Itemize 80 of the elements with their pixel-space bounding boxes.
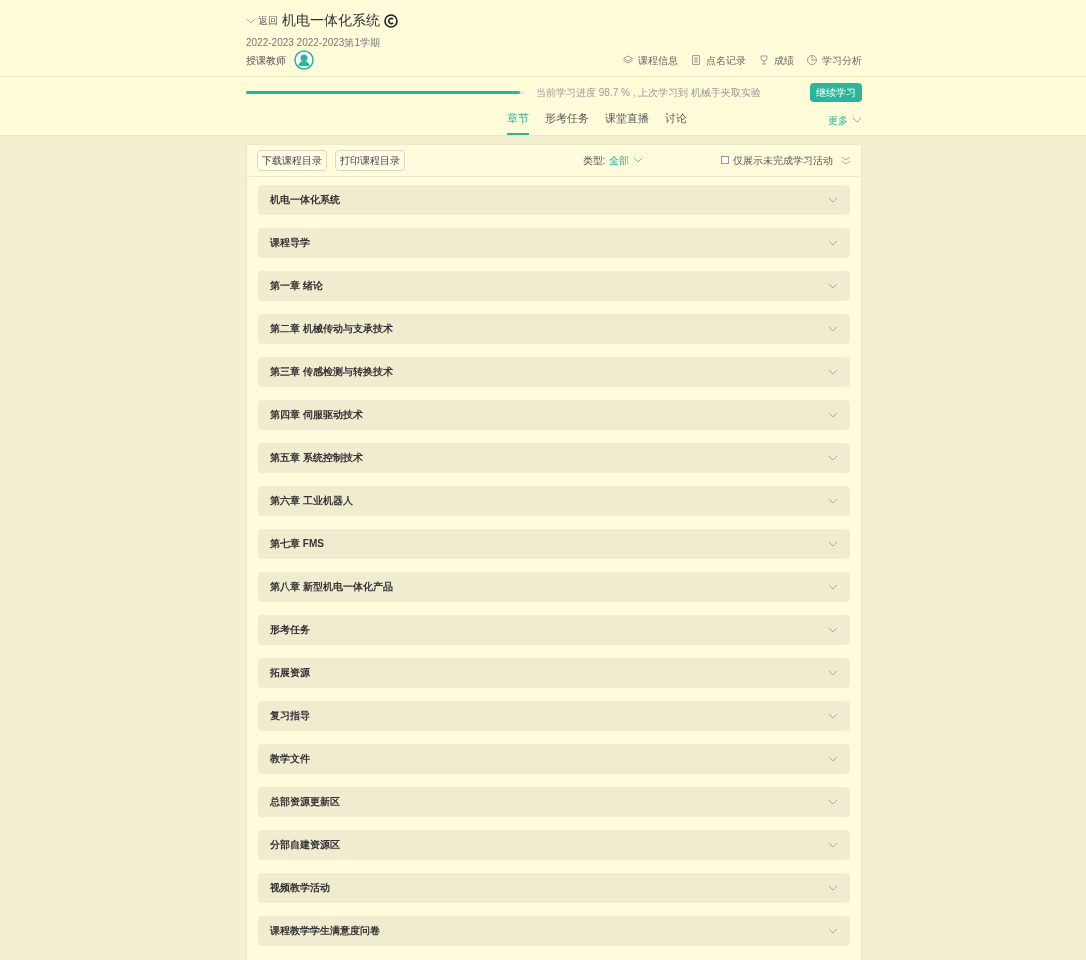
tab[interactable]: 课堂直播: [605, 106, 649, 135]
chapter-row[interactable]: 第四章 伺服驱动技术: [258, 399, 850, 430]
chapter-row[interactable]: 形考任务: [258, 614, 850, 645]
chapter-row[interactable]: 机电一体化系统: [258, 184, 850, 215]
chevron-icon: [828, 454, 838, 461]
chapter-title: 课程教学学生满意度问卷: [270, 924, 380, 938]
chapter-title: 教学文件: [270, 752, 310, 766]
chevron-icon: [828, 884, 838, 891]
toolbar-button[interactable]: 下载课程目录: [257, 149, 327, 171]
chapter-row[interactable]: 视频教学活动: [258, 872, 850, 903]
chapter-row[interactable]: 第一章 绪论: [258, 270, 850, 301]
chapter-title: 第五章 系统控制技术: [270, 451, 363, 465]
chapter-title: 形考任务: [270, 623, 310, 637]
collapse-all-icon[interactable]: [841, 155, 851, 165]
pie-chart-icon: [806, 54, 818, 66]
document-icon: [690, 54, 702, 66]
chevron-icon: [828, 798, 838, 805]
chevron-icon: [633, 157, 644, 163]
chevron-icon: [828, 368, 838, 375]
tab[interactable]: 形考任务: [545, 106, 589, 135]
teacher-label: 授课教师: [246, 53, 286, 68]
chevron-icon: [828, 669, 838, 676]
chapter-row[interactable]: 拓展资源: [258, 657, 850, 688]
tab[interactable]: 讨论: [665, 106, 687, 135]
chapter-title: 第八章 新型机电一体化产品: [270, 580, 393, 594]
chevron-icon: [828, 196, 838, 203]
chevron-icon: [828, 497, 838, 504]
chapter-row[interactable]: 教学文件: [258, 743, 850, 774]
chapter-title: 分部自建资源区: [270, 838, 340, 852]
chapter-row[interactable]: 第七章 FMS: [258, 528, 850, 559]
chapter-row[interactable]: 课程教学学生满意度问卷: [258, 915, 850, 946]
chevron-icon: [828, 841, 838, 848]
chapter-row[interactable]: 第二章 机械传动与支承技术: [258, 313, 850, 344]
header-link[interactable]: 点名记录: [690, 52, 746, 68]
header-link[interactable]: 课程信息: [622, 52, 678, 68]
chevron-icon: [852, 117, 862, 124]
progress-text: 当前学习进度 98.7 % , 上次学习到 机械手夹取实验: [536, 86, 763, 100]
type-label: 类型:: [582, 153, 606, 168]
layers-icon: [622, 54, 634, 66]
chapter-title: 拓展资源: [270, 666, 310, 680]
chapter-title: 第四章 伺服驱动技术: [270, 408, 363, 422]
chapter-row[interactable]: 总部资源更新区: [258, 786, 850, 817]
avatar-icon: [294, 50, 314, 70]
chapter-row[interactable]: 第八章 新型机电一体化产品: [258, 571, 850, 602]
chevron-icon: [828, 325, 838, 332]
header-link[interactable]: 成绩: [758, 52, 794, 68]
chevron-icon: [246, 17, 256, 24]
term-text: 2022-2023 2022-2023第1学期: [246, 36, 381, 50]
chevron-icon: [828, 712, 838, 719]
chapter-row[interactable]: 第三章 传感检测与转换技术: [258, 356, 850, 387]
chapter-title: 第七章 FMS: [270, 537, 324, 551]
chapter-row[interactable]: 分部自建资源区: [258, 829, 850, 860]
course-title: 机电一体化系统: [282, 11, 380, 30]
chapter-title: 第六章 工业机器人: [270, 494, 353, 508]
chapter-title: 总部资源更新区: [270, 795, 340, 809]
chapter-row[interactable]: 第六章 工业机器人: [258, 485, 850, 516]
chapter-title: 视频教学活动: [270, 881, 330, 895]
filter-checkbox[interactable]: 仅展示未完成学习活动: [721, 152, 833, 168]
chevron-icon: [828, 411, 838, 418]
chevron-icon: [828, 927, 838, 934]
chevron-icon: [828, 626, 838, 633]
copyright-icon: [384, 13, 398, 28]
chapter-title: 复习指导: [270, 709, 310, 723]
toolbar-button[interactable]: 打印课程目录: [335, 149, 405, 171]
chapter-title: 第二章 机械传动与支承技术: [270, 322, 393, 336]
header-link[interactable]: 学习分析: [806, 52, 862, 68]
chevron-icon: [828, 239, 838, 246]
chevron-icon: [828, 282, 838, 289]
chevron-icon: [828, 755, 838, 762]
trophy-icon: [758, 54, 770, 66]
chapter-title: 第一章 绪论: [270, 279, 323, 293]
back-link[interactable]: 返回: [246, 13, 278, 28]
chapter-row[interactable]: 复习指导: [258, 700, 850, 731]
chevron-icon: [828, 583, 838, 590]
chapter-row[interactable]: 第五章 系统控制技术: [258, 442, 850, 473]
chapter-title: 课程导学: [270, 236, 310, 250]
chapter-row[interactable]: 课程导学: [258, 227, 850, 258]
chapter-title: 第三章 传感检测与转换技术: [270, 365, 393, 379]
chapter-title: 机电一体化系统: [270, 193, 340, 207]
chevron-icon: [828, 540, 838, 547]
